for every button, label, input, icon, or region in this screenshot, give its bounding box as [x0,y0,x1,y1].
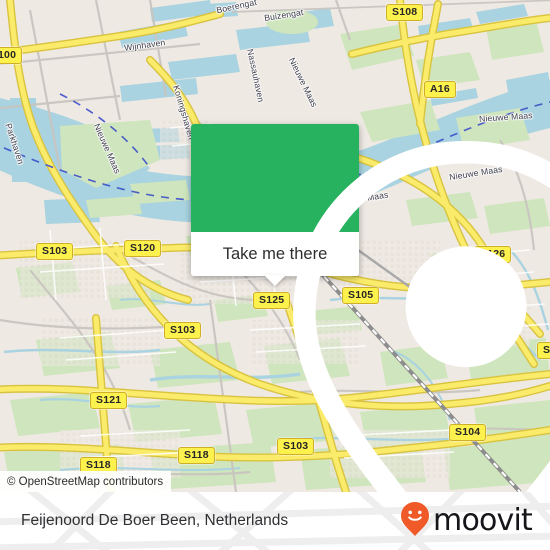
take-me-there-label: Take me there [222,244,328,263]
location-title-text: Feijenoord De Boer Been, Netherlands [21,512,289,529]
moovit-logo[interactable]: moovit [400,492,533,550]
moovit-station-map-page: Wijnhaven Boerengat Buizengat Nassauhave… [0,0,550,550]
road-shield[interactable]: S120 [124,240,162,257]
moovit-wordmark: moovit [433,503,533,538]
location-title: Feijenoord De Boer Been, Netherlands [21,492,288,550]
popup-icon-panel [191,124,550,492]
road-shield[interactable]: S121 [90,392,128,409]
take-me-there-popup[interactable]: Take me there [191,124,550,492]
popup-action-bar[interactable]: Take me there [191,232,359,286]
road-shield[interactable]: A16 [424,81,456,98]
road-shield[interactable]: 100 [0,47,23,64]
map-canvas[interactable]: Wijnhaven Boerengat Buizengat Nassauhave… [0,0,550,492]
road-shield[interactable]: S103 [36,243,74,260]
road-shield[interactable]: S108 [386,4,424,21]
popup-tail [264,275,286,286]
osm-attribution-text: © OpenStreetMap contributors [7,475,164,488]
page-footer: Feijenoord De Boer Been, Netherlands moo… [0,492,550,550]
moovit-smiley-pin-icon [400,501,430,542]
map-attribution[interactable]: © OpenStreetMap contributors [0,471,172,492]
